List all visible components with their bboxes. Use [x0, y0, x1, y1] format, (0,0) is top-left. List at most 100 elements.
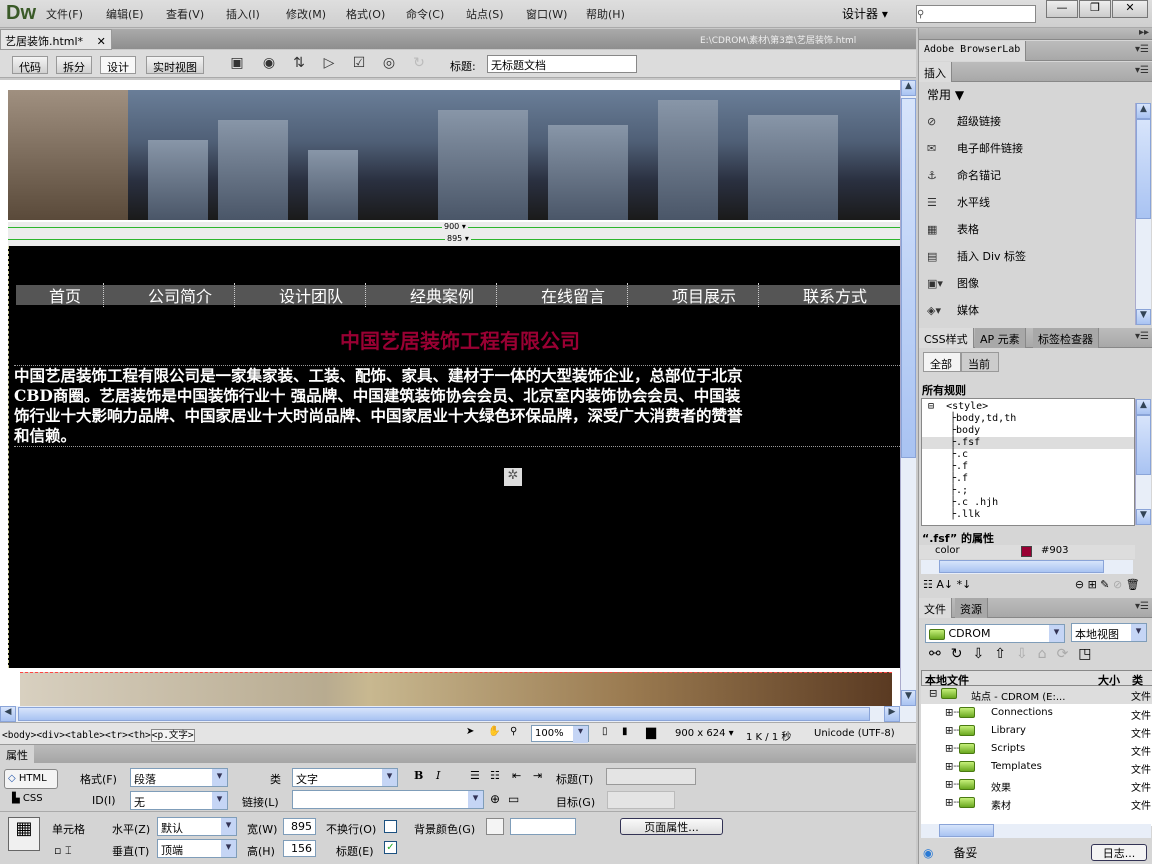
select-tool-icon[interactable]: ➤	[466, 726, 474, 737]
company-description[interactable]: 中国艺居装饰工程有限公司是一家集家装、工装、配饰、家具、建材于一体的大型装饰企业…	[14, 365, 900, 447]
bold-button[interactable]: B	[414, 769, 423, 782]
rule-item[interactable]: ├.c	[950, 449, 968, 461]
title-attr-input[interactable]	[606, 768, 696, 785]
disable-icon[interactable]: ⊘	[1113, 578, 1122, 591]
folder-row[interactable]: ⊞┈ Library 文件	[921, 723, 1152, 741]
close-tab-icon[interactable]: ✕	[97, 35, 106, 48]
zoom-tool-icon[interactable]: ⚲	[510, 726, 517, 737]
window-size[interactable]: 900 x 624 ▾	[675, 728, 734, 739]
rule-item-selected[interactable]: ├.fsf	[922, 437, 1134, 449]
browserlab-panel-header[interactable]: Adobe BrowserLab ▾☰	[919, 41, 1152, 61]
rule-style[interactable]: ⊟ <style>	[928, 401, 988, 413]
insert-category-select[interactable]: 常用 ▼	[927, 86, 964, 103]
target-select[interactable]	[607, 791, 675, 809]
menu-insert[interactable]: 插入(I)	[226, 6, 260, 22]
file-transfer-icon[interactable]: ⇅	[288, 55, 310, 75]
site-root-row[interactable]: ⊟ 站点 - CDROM (E:... 文件	[921, 686, 1152, 704]
sync-icon[interactable]: ⟳	[1057, 646, 1079, 662]
edit-rule-icon[interactable]: ✎	[1100, 578, 1109, 591]
menu-help[interactable]: 帮助(H)	[586, 6, 625, 22]
code-view-button[interactable]: 代码	[12, 56, 48, 74]
insert-table[interactable]: ▦ 表格	[927, 221, 979, 237]
ordered-list-icon[interactable]: ☷	[490, 769, 500, 782]
tab-assets[interactable]: 资源	[955, 598, 988, 618]
property-row[interactable]: color #903	[919, 545, 1135, 559]
set-props-view-icon[interactable]: *↓	[957, 578, 972, 591]
id-select[interactable]: 无	[130, 791, 228, 810]
design-view[interactable]: 900 ▾ 895 ▾ 首页 公司简介 设计团队 经典案例 在线留言 项目展示 …	[0, 80, 900, 706]
insert-tab[interactable]: 插入	[919, 62, 952, 82]
link-input[interactable]	[292, 790, 484, 809]
checkin-icon[interactable]: ⌂	[1038, 646, 1057, 662]
insert-media[interactable]: ◈▾ 媒体	[927, 302, 979, 318]
scroll-down-button[interactable]: ▼	[901, 690, 916, 706]
insert-hyperlink[interactable]: ⊘ 超级链接	[927, 113, 1001, 129]
scroll-up-button[interactable]: ▲	[901, 80, 916, 96]
delete-icon[interactable]: 🗑	[1126, 578, 1140, 591]
height-input[interactable]: 156	[283, 840, 316, 857]
header-checkbox[interactable]: ✓	[384, 841, 397, 854]
class-select[interactable]: 文字	[292, 768, 398, 787]
tab-ap-elements[interactable]: AP 元素	[975, 328, 1026, 348]
css-current-button[interactable]: 当前	[961, 352, 999, 372]
tag-p-text[interactable]: <p.文字>	[150, 729, 195, 742]
validate-icon[interactable]: ▷	[318, 55, 340, 75]
menu-modify[interactable]: 修改(M)	[286, 6, 326, 22]
property-value[interactable]: #903	[1041, 545, 1068, 556]
rule-item[interactable]: ├.;	[950, 485, 968, 497]
tablet-size-icon[interactable]: ▮	[622, 726, 628, 737]
nav-home[interactable]: 首页	[27, 283, 104, 307]
checkout-icon[interactable]: ⇩	[1016, 646, 1038, 662]
merge-cells-icon[interactable]: ▫ ⌶	[54, 844, 72, 858]
site-select[interactable]: CDROM	[925, 624, 1065, 643]
visual-aids-icon[interactable]: ◎	[378, 55, 400, 75]
file-tree[interactable]: ⊟ 站点 - CDROM (E:... 文件 ⊞┈ Connections 文件 ⊞┈…	[921, 686, 1152, 826]
tab-css-styles[interactable]: CSS样式	[919, 328, 974, 348]
insert-named-anchor[interactable]: ⚓ 命名锚记	[927, 167, 1001, 183]
tab-files[interactable]: 文件	[919, 598, 952, 618]
design-horizontal-scrollbar[interactable]: ◀ ▶	[0, 706, 916, 722]
connect-icon[interactable]: ⚯	[929, 646, 951, 662]
nav-projects[interactable]: 项目展示	[650, 283, 759, 307]
nav-message[interactable]: 在线留言	[519, 283, 628, 307]
new-rule-icon[interactable]: ⊞	[1088, 578, 1097, 591]
nav-about[interactable]: 公司简介	[126, 283, 235, 307]
bgcolor-swatch[interactable]	[486, 818, 504, 835]
props-hscrollbar[interactable]	[921, 560, 1133, 574]
scroll-thumb[interactable]	[901, 98, 916, 458]
design-view-button[interactable]: 设计	[100, 56, 136, 74]
tag-tr[interactable]: <tr>	[105, 730, 128, 741]
files-hscrollbar[interactable]	[921, 824, 1151, 838]
color-swatch[interactable]	[1021, 546, 1032, 557]
refresh-files-icon[interactable]: ↻	[951, 646, 973, 662]
collapse-strip[interactable]: ▸▸	[919, 27, 1152, 40]
folder-row[interactable]: ⊞┈ 效果 文件	[921, 777, 1152, 795]
multiscreen-icon[interactable]: ▣	[226, 55, 248, 75]
bgcolor-input[interactable]	[510, 818, 576, 835]
nowrap-checkbox[interactable]	[384, 820, 397, 833]
css-all-button[interactable]: 全部	[923, 352, 961, 372]
insert-email-link[interactable]: ✉ 电子邮件链接	[927, 140, 1023, 156]
script-marker-icon[interactable]: ✲	[504, 468, 522, 486]
tag-div[interactable]: <div>	[36, 730, 65, 741]
log-button[interactable]: 日志...	[1091, 844, 1147, 861]
hand-tool-icon[interactable]: ✋	[488, 726, 500, 737]
indent-icon[interactable]: ⇥	[533, 769, 542, 782]
menu-site[interactable]: 站点(S)	[466, 6, 504, 22]
format-select[interactable]: 段落	[130, 768, 228, 787]
insert-div[interactable]: ▤ 插入 Div 标签	[927, 248, 1026, 264]
css-rules-tree[interactable]: ⊟ <style> ├body,td,th ├body ├.fsf ├.c ├.…	[921, 398, 1135, 526]
tab-tag-inspector[interactable]: 标签检查器	[1033, 328, 1099, 348]
get-files-icon[interactable]: ⇩	[972, 646, 994, 662]
page-title-input[interactable]: 无标题文档	[487, 55, 637, 73]
insert-scrollbar[interactable]: ▲ ▼	[1135, 103, 1151, 325]
css-mode-button[interactable]: ▙ CSS	[12, 793, 43, 804]
menu-commands[interactable]: 命令(C)	[406, 6, 444, 22]
scroll-left-button[interactable]: ◀	[0, 706, 16, 722]
scroll-thumb[interactable]	[18, 707, 870, 721]
document-tab[interactable]: 艺居装饰.html* ✕	[0, 29, 112, 50]
scroll-right-button[interactable]: ▶	[884, 706, 900, 722]
put-files-icon[interactable]: ⇧	[994, 646, 1016, 662]
width-input[interactable]: 895	[283, 818, 316, 835]
design-vertical-scrollbar[interactable]: ▲ ▼	[900, 80, 916, 706]
